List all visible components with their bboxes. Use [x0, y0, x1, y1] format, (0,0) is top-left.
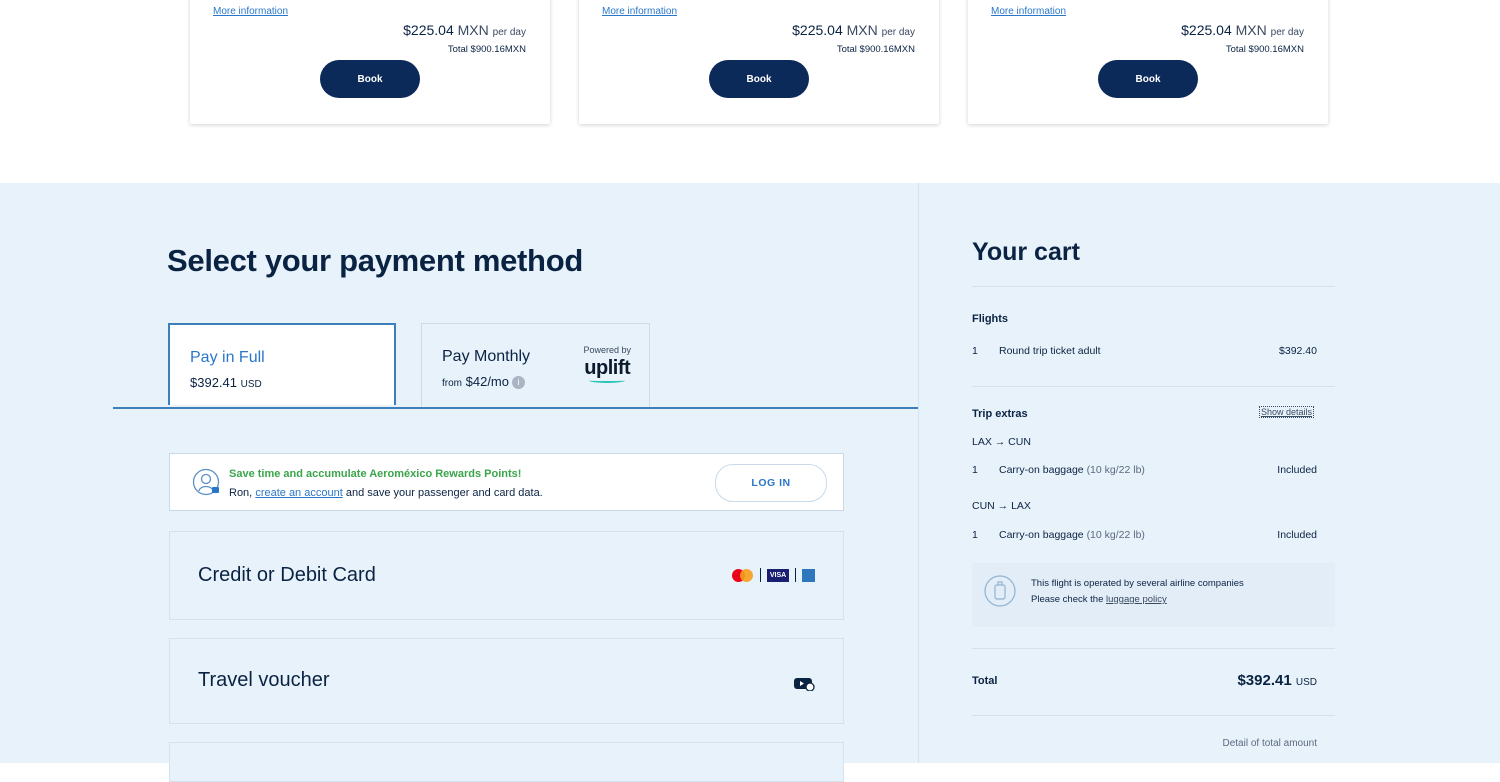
daily-price: $225.04 MXN per day — [792, 22, 915, 38]
tab-pay-in-full[interactable]: Pay in Full $392.41 USD — [168, 323, 396, 405]
payment-section: Select your payment method Pay in Full $… — [0, 183, 918, 782]
car-card: More information $225.04 MXN per day Tot… — [579, 0, 939, 124]
create-account-link[interactable]: create an account — [255, 487, 342, 499]
rewards-banner: Save time and accumulate Aeroméxico Rewa… — [169, 453, 844, 511]
more-information-link[interactable]: More information — [602, 6, 677, 17]
luggage-icon — [984, 575, 1016, 607]
cart-panel: Your cart Flights 1 Round trip ticket ad… — [918, 183, 1500, 763]
flight-item: Round trip ticket adult — [999, 345, 1101, 357]
tab-underline — [113, 407, 918, 409]
payment-option[interactable] — [169, 742, 844, 782]
tab-pay-monthly[interactable]: Pay Monthly from $42/mo i Powered by upli… — [421, 323, 650, 407]
tab-amount: $392.41 USD — [190, 375, 262, 390]
user-lock-icon — [192, 468, 220, 496]
extra-status: Included — [1277, 529, 1317, 541]
flight-price: $392.40 — [1279, 345, 1317, 357]
daily-price: $225.04 MXN per day — [1181, 22, 1304, 38]
flights-heading: Flights — [972, 313, 1009, 325]
notice-text: Please check the luggage policy — [1031, 594, 1167, 605]
divider — [972, 715, 1335, 716]
tab-label: Pay Monthly — [442, 348, 531, 365]
show-details-link[interactable]: Show details — [1259, 406, 1315, 418]
divider — [972, 286, 1335, 287]
car-card: More information $225.04 MXN per day Tot… — [190, 0, 550, 124]
route-label: CUN → LAX — [972, 500, 1031, 512]
car-card: More information $225.04 MXN per day Tot… — [968, 0, 1328, 124]
detail-total-link[interactable]: Detail of total amount — [1223, 738, 1318, 749]
travel-voucher-option[interactable]: Travel voucher — [169, 638, 844, 724]
credit-debit-card-option[interactable]: Credit or Debit Card VISA — [169, 531, 844, 620]
airline-notice: This flight is operated by several airli… — [972, 563, 1335, 627]
login-button[interactable]: LOG IN — [715, 464, 827, 502]
luggage-policy-link[interactable]: luggage policy — [1106, 594, 1167, 605]
total-price: Total $900.16MXN — [447, 44, 526, 55]
rewards-headline: Save time and accumulate Aeroméxico Rewa… — [229, 468, 522, 480]
car-cards-row: More information $225.04 MXN per day Tot… — [0, 0, 1500, 183]
voucher-icon — [794, 678, 815, 691]
extra-item: Carry-on baggage (10 kg/22 lb) — [999, 529, 1145, 541]
total-label: Total — [972, 675, 998, 687]
more-information-link[interactable]: More information — [213, 6, 288, 17]
book-button[interactable]: Book — [320, 60, 420, 98]
uplift-badge: Powered by uplift — [583, 345, 631, 383]
daily-price: $225.04 MXN per day — [403, 22, 526, 38]
total-price: Total $900.16MXN — [1225, 44, 1304, 55]
method-label: Credit or Debit Card — [198, 564, 376, 586]
mastercard-icon — [732, 568, 754, 582]
card-brands: VISA — [732, 568, 815, 582]
tab-label: Pay in Full — [190, 349, 265, 366]
info-icon[interactable]: i — [512, 376, 525, 390]
total-price: Total $900.16MXN — [836, 44, 915, 55]
visa-icon: VISA — [767, 568, 789, 582]
extra-qty: 1 — [972, 529, 978, 541]
divider — [972, 386, 1335, 387]
uplift-logo: uplift — [584, 357, 631, 383]
book-button[interactable]: Book — [709, 60, 809, 98]
extra-item: Carry-on baggage (10 kg/22 lb) — [999, 464, 1145, 476]
extra-qty: 1 — [972, 464, 978, 476]
total-value: $392.41 USD — [1237, 672, 1317, 689]
more-information-link[interactable]: More information — [991, 6, 1066, 17]
divider — [972, 648, 1335, 649]
extra-status: Included — [1277, 464, 1317, 476]
rewards-message: Ron, create an account and save your pas… — [229, 487, 543, 499]
book-button[interactable]: Book — [1098, 60, 1198, 98]
route-label: LAX → CUN — [972, 436, 1031, 448]
page-title: Select your payment method — [167, 243, 583, 278]
flight-qty: 1 — [972, 345, 978, 357]
method-label: Travel voucher — [198, 669, 330, 691]
amex-icon — [802, 568, 815, 582]
extras-heading: Trip extras — [972, 408, 1028, 420]
cart-title: Your cart — [972, 238, 1080, 266]
notice-text: This flight is operated by several airli… — [1031, 578, 1244, 589]
tab-amount: from $42/mo i — [442, 374, 525, 390]
